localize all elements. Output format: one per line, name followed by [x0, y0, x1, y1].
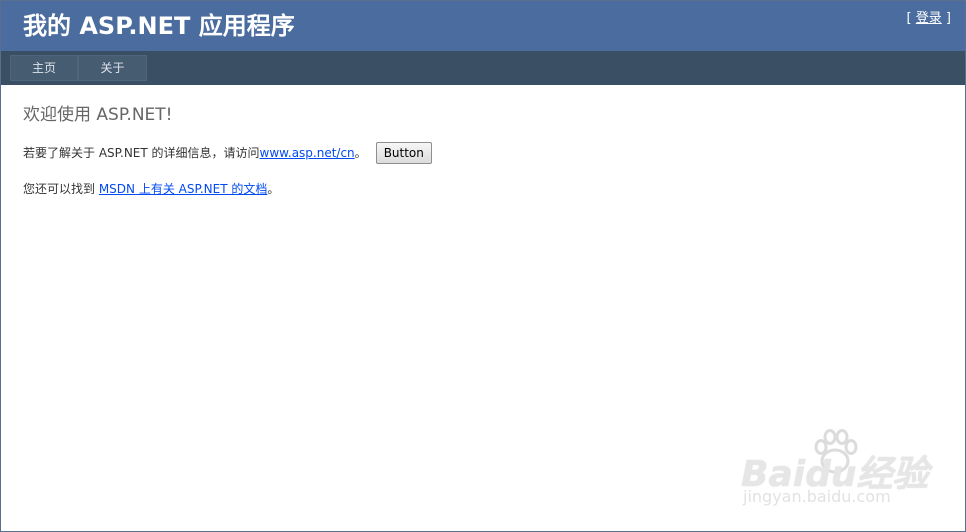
nav-menu: 主页 关于: [10, 55, 147, 81]
info-text: 若要了解关于 ASP.NET 的详细信息，请访问: [23, 146, 260, 160]
watermark-url: jingyan.baidu.com: [743, 487, 891, 506]
login-bracket-close: ]: [941, 11, 951, 26]
msdn-docs-link[interactable]: MSDN 上有关 ASP.NET 的文档: [99, 182, 268, 196]
docs-text: 您还可以找到: [23, 182, 99, 196]
button[interactable]: Button: [375, 142, 432, 164]
page: 我的 ASP.NET 应用程序 [ 登录 ] 主页 关于 欢迎使用 ASP.NE…: [0, 0, 966, 532]
welcome-heading: 欢迎使用 ASP.NET!: [23, 105, 173, 125]
main-content: 欢迎使用 ASP.NET! 若要了解关于 ASP.NET 的详细信息，请访问 w…: [23, 102, 943, 196]
login-area: [ 登录 ]: [907, 10, 951, 28]
app-title: 我的 ASP.NET 应用程序: [23, 12, 295, 40]
nav-bar: 主页 关于: [1, 51, 965, 85]
login-bracket-open: [: [906, 11, 916, 26]
info-suffix: 。: [354, 146, 367, 160]
nav-item-about[interactable]: 关于: [78, 55, 147, 81]
nav-item-home[interactable]: 主页: [10, 55, 78, 81]
info-line: 若要了解关于 ASP.NET 的详细信息，请访问 www.asp.net/cn。…: [23, 142, 432, 164]
login-link[interactable]: 登录: [916, 11, 942, 26]
paw-icon: [814, 429, 858, 474]
docs-line: 您还可以找到 MSDN 上有关 ASP.NET 的文档。: [23, 178, 279, 200]
asp-net-link[interactable]: www.asp.net/cn: [260, 142, 355, 164]
docs-suffix: 。: [267, 182, 280, 196]
watermark-logo: Baidu经验: [741, 454, 929, 495]
baidu-watermark: Baidu经验 jingyan.baidu.com: [741, 429, 928, 513]
page-header: 我的 ASP.NET 应用程序 [ 登录 ]: [1, 1, 965, 51]
